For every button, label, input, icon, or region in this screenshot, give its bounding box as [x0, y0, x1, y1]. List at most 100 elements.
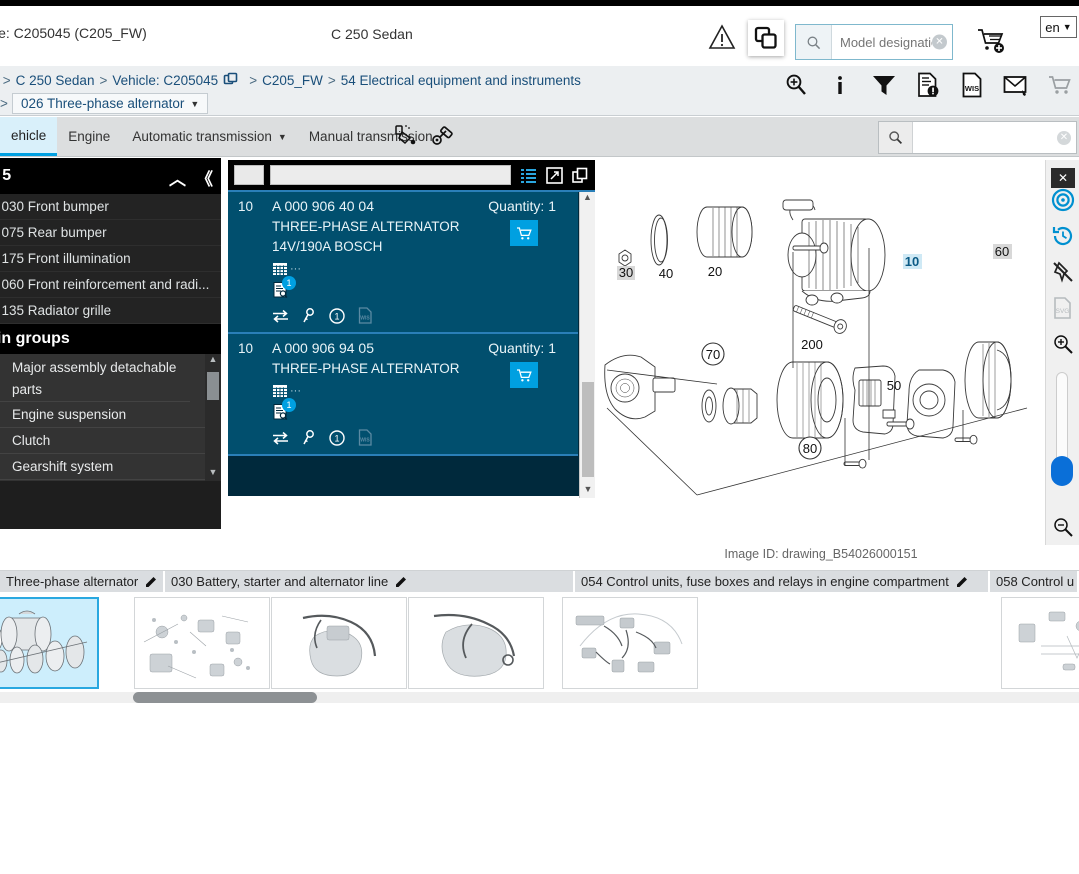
- group-item-automatic-mb-transmission[interactable]: Automatic MB transmission: [0, 480, 221, 481]
- tree-item-175[interactable]: – 175 Front illumination: [0, 246, 221, 272]
- parts-search-input[interactable]: [913, 122, 1076, 153]
- zoom-out-icon[interactable]: [1046, 509, 1079, 545]
- info-icon[interactable]: [827, 72, 853, 98]
- scroll-down-icon[interactable]: ▼: [580, 484, 596, 498]
- unpin-icon[interactable]: [1046, 254, 1079, 290]
- breadcrumb-copy-icon[interactable]: [223, 72, 239, 88]
- warning-icon[interactable]: [708, 23, 736, 51]
- scrollbar-thumb[interactable]: [582, 382, 594, 477]
- scrollbar-thumb[interactable]: [133, 692, 317, 703]
- tree-item-135[interactable]: – 135 Radiator grille: [0, 298, 221, 324]
- collapse-up-icon[interactable]: ︿: [169, 165, 186, 190]
- add-to-cart-icon[interactable]: [975, 26, 1009, 56]
- breadcrumb-item-1[interactable]: C 250 Sedan: [16, 73, 95, 88]
- parts-filter-toggle[interactable]: [234, 165, 264, 185]
- svg-text:WIS: WIS: [360, 316, 370, 322]
- thumbnail-horizontal-scrollbar[interactable]: [0, 692, 1079, 703]
- wis-document-icon[interactable]: WIS: [959, 72, 985, 98]
- filter-icon[interactable]: [871, 72, 897, 98]
- tree-item-030[interactable]: – 030 Front bumper: [0, 194, 221, 220]
- close-viewer-icon[interactable]: ✕: [1051, 168, 1075, 188]
- svg-export-icon[interactable]: SVG: [1046, 290, 1079, 326]
- breadcrumb-continuation-arrow: >: [0, 96, 8, 111]
- scrollbar-thumb[interactable]: [207, 372, 219, 400]
- thumbnail-item-engine-line-2[interactable]: [408, 597, 544, 689]
- tools-icon[interactable]: [430, 123, 456, 149]
- expand-view-icon[interactable]: [546, 166, 563, 184]
- edit-icon[interactable]: [395, 575, 408, 588]
- cart-icon[interactable]: [1047, 72, 1073, 98]
- part-add-to-cart-button[interactable]: [510, 362, 538, 388]
- tree-item-060[interactable]: – 060 Front reinforcement and radi...: [0, 272, 221, 298]
- key-icon[interactable]: [302, 307, 316, 324]
- tree-item-075[interactable]: – 075 Rear bumper: [0, 220, 221, 246]
- paint-color-icon[interactable]: [392, 123, 418, 149]
- thumbnail-item-control-units[interactable]: [562, 597, 698, 689]
- thumbnail-item-engine-line[interactable]: [271, 597, 407, 689]
- group-item-gearshift-system[interactable]: Gearshift system: [0, 454, 221, 480]
- model-search-clear-icon[interactable]: ✕: [932, 34, 947, 50]
- scroll-down-icon[interactable]: ▼: [205, 467, 221, 481]
- scroll-up-icon[interactable]: ▲: [580, 192, 595, 206]
- part-card[interactable]: 10 A 000 906 40 04 Quantity: 1 THREE-PHA…: [228, 192, 578, 334]
- model-search-icon[interactable]: [796, 25, 832, 59]
- language-selector[interactable]: en ▼: [1040, 16, 1077, 38]
- copy-vehicle-button[interactable]: [748, 20, 784, 56]
- note-document-icon[interactable]: [272, 281, 568, 299]
- info-number-icon[interactable]: 1: [329, 429, 345, 446]
- tab-vehicle[interactable]: ehicle: [0, 117, 58, 156]
- mail-edit-icon[interactable]: [1003, 72, 1029, 98]
- tree-item-label: 075 Rear bumper: [1, 225, 107, 240]
- table-grid-icon[interactable]: [272, 383, 288, 399]
- breadcrumb-item-4[interactable]: 54 Electrical equipment and instruments: [341, 73, 581, 88]
- zoom-slider-knob[interactable]: [1051, 456, 1073, 486]
- note-count-badge: 1: [282, 398, 296, 412]
- parts-search-icon[interactable]: [879, 122, 913, 153]
- table-grid-icon[interactable]: [272, 261, 288, 277]
- document-alert-icon[interactable]: [915, 72, 941, 98]
- parts-search-clear-icon[interactable]: ✕: [1057, 130, 1071, 145]
- collapse-left-icon[interactable]: 《: [196, 165, 213, 190]
- thumbnail-item-alternator[interactable]: [0, 597, 99, 689]
- scroll-up-icon[interactable]: ▲: [205, 354, 221, 368]
- group-item-engine-suspension[interactable]: Engine suspension: [0, 402, 221, 428]
- strip-tab-058-control-units[interactable]: 058 Control u: [990, 571, 1079, 592]
- exploded-parts-diagram[interactable]: 30 40 20 10 200 70 50 60 80: [597, 160, 1045, 545]
- callout-50: 50: [887, 378, 901, 393]
- part-add-to-cart-button[interactable]: [510, 220, 538, 246]
- breadcrumb-item-2[interactable]: Vehicle: C205045: [112, 73, 218, 88]
- note-document-icon[interactable]: [272, 403, 568, 421]
- exchange-icon[interactable]: [272, 431, 289, 445]
- thumbnail-item-parts-scatter[interactable]: [134, 597, 270, 689]
- zoom-in-icon[interactable]: [1046, 326, 1079, 362]
- copy-icon[interactable]: [572, 167, 589, 184]
- edit-icon[interactable]: [145, 575, 158, 588]
- main-groups-header: ain groups: [0, 324, 221, 354]
- svg-text:WIS: WIS: [965, 84, 979, 93]
- strip-tab-054-control-units[interactable]: 054 Control units, fuse boxes and relays…: [575, 571, 990, 592]
- group-item-major-assembly[interactable]: Major assembly detachable parts: [0, 354, 190, 402]
- group-item-clutch[interactable]: Clutch: [0, 428, 221, 454]
- parts-filter-input[interactable]: [270, 165, 511, 185]
- wis-document-icon[interactable]: WIS: [358, 429, 373, 446]
- tab-automatic-transmission[interactable]: Automatic transmission ▼: [121, 117, 297, 156]
- strip-tab-three-phase-alternator[interactable]: Three-phase alternator: [0, 571, 165, 592]
- main-groups-scrollbar[interactable]: ▲ ▼: [205, 354, 221, 481]
- part-number: A 000 906 40 04: [272, 198, 374, 214]
- breadcrumb-item-3[interactable]: C205_FW: [262, 73, 323, 88]
- wis-document-icon[interactable]: WIS: [358, 307, 373, 324]
- history-icon[interactable]: [1046, 218, 1079, 254]
- key-icon[interactable]: [302, 429, 316, 446]
- tab-engine[interactable]: Engine: [57, 117, 121, 156]
- breadcrumb-subgroup-dropdown[interactable]: 026 Three-phase alternator ▼: [12, 93, 209, 114]
- zoom-search-icon[interactable]: [783, 72, 809, 98]
- info-number-icon[interactable]: 1: [329, 307, 345, 324]
- thumbnail-item-control-units-2[interactable]: [1001, 597, 1079, 689]
- edit-icon[interactable]: [956, 575, 969, 588]
- thumbnail-list: [0, 597, 1079, 693]
- list-view-icon[interactable]: [520, 167, 537, 184]
- parts-list-scrollbar[interactable]: ▲ ▼: [579, 192, 595, 498]
- part-card[interactable]: 10 A 000 906 94 05 Quantity: 1 THREE-PHA…: [228, 334, 578, 456]
- strip-tab-030-battery[interactable]: 030 Battery, starter and alternator line: [165, 571, 575, 592]
- exchange-icon[interactable]: [272, 309, 289, 323]
